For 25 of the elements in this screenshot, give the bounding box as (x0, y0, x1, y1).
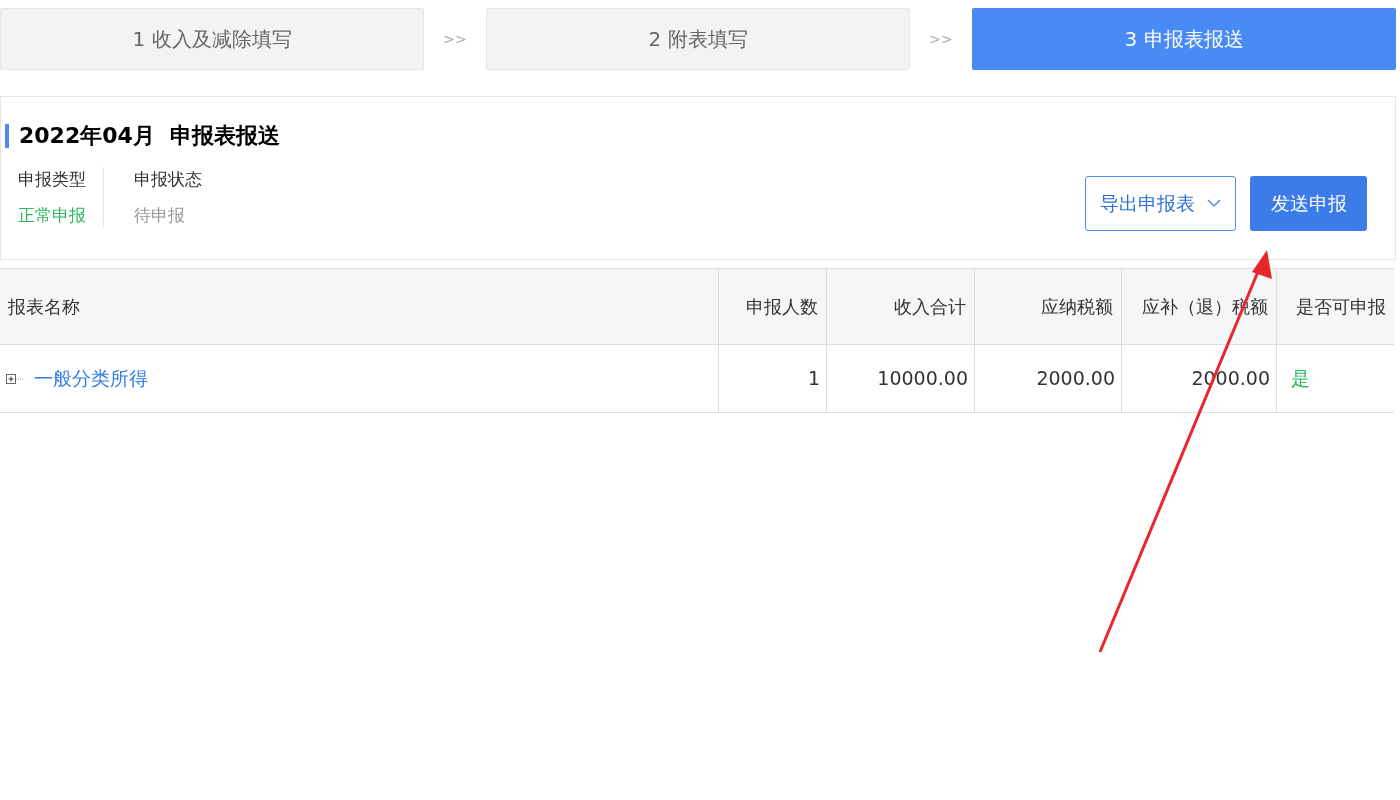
report-name-link[interactable]: 一般分类所得 (34, 364, 148, 393)
panel-title: 2022年04月 申报表报送 (19, 122, 281, 150)
step-tab[interactable]: 3 申报表报送 (972, 8, 1396, 70)
step-separator: >> (928, 29, 954, 49)
column-header: 应纳税额 (974, 269, 1121, 344)
info-label: 申报类型 (18, 168, 86, 191)
column-header: 收入合计 (826, 269, 974, 344)
info-value: 待申报 (134, 203, 186, 227)
column-header: 报表名称 (7, 295, 81, 319)
column-header: 是否可申报 (1276, 269, 1394, 344)
export-dropdown-button[interactable]: 导出申报表 (1085, 176, 1236, 231)
table-cell-text: 是 (1291, 366, 1310, 392)
info-value: 正常申报 (18, 203, 86, 227)
table-cell-text: 1 (807, 366, 820, 392)
step-tab[interactable]: 2 附表填写 (486, 8, 910, 70)
column-header: 申报人数 (718, 269, 826, 344)
step-tab[interactable]: 1 收入及减除填写 (0, 8, 424, 70)
title-accent-bar (5, 123, 9, 148)
expand-icon[interactable] (6, 373, 24, 384)
info-label: 申报状态 (134, 168, 202, 191)
table-cell-text: 10000.00 (877, 366, 968, 392)
send-button[interactable]: 发送申报 (1250, 176, 1367, 231)
chevron-down-icon (1207, 199, 1221, 208)
step-separator: >> (442, 29, 468, 49)
table-cell-text: 2000.00 (1036, 366, 1115, 392)
